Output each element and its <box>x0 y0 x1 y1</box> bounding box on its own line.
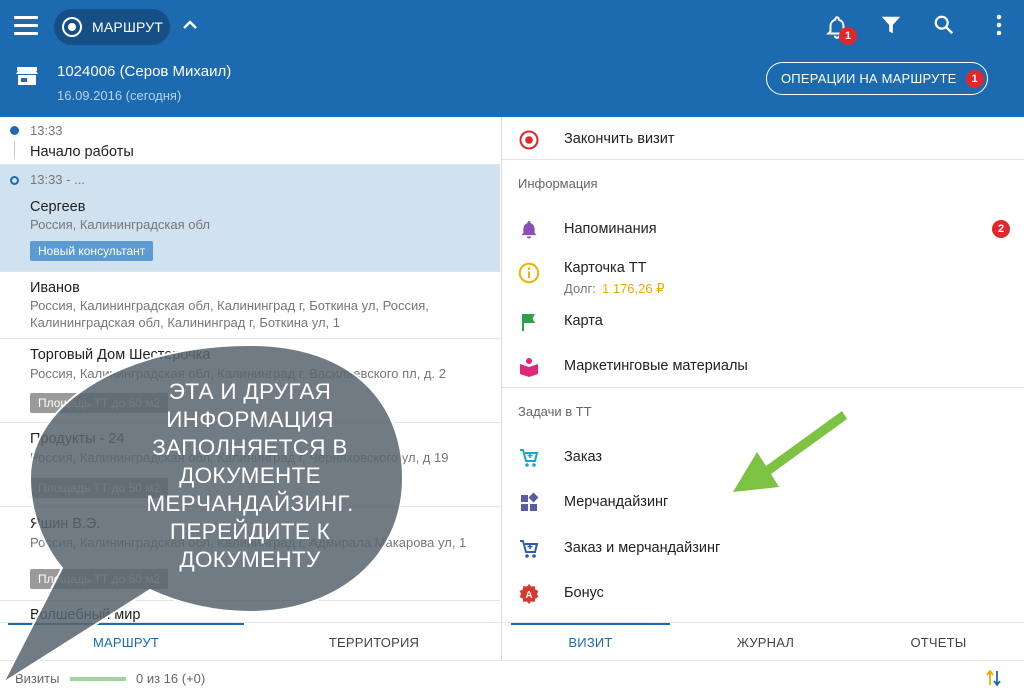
route-selector-label: МАРШРУТ <box>92 19 164 35</box>
search-icon <box>934 15 954 35</box>
end-visit-item[interactable]: Закончить визит <box>502 119 1024 159</box>
record-icon <box>62 17 82 37</box>
store-icon <box>16 67 38 85</box>
right-tabbar: ВИЗИТ ЖУРНАЛ ОТЧЕТЫ <box>501 622 1024 660</box>
visits-count: 0 из 16 (+0) <box>136 671 206 686</box>
bell-icon <box>521 221 537 239</box>
timeline-dot <box>10 176 19 185</box>
bonus-badge-icon: A <box>519 584 539 604</box>
divider <box>502 159 1024 160</box>
filter-icon <box>881 16 901 34</box>
tab-route[interactable]: МАРШРУТ <box>8 623 244 661</box>
order-merchandising-label: Заказ и мерчандайзинг <box>564 540 721 556</box>
search-button[interactable] <box>933 14 963 48</box>
tab-territory[interactable]: ТЕРРИТОРИЯ <box>256 623 492 661</box>
bonus-item[interactable]: A Бонус <box>502 573 1024 613</box>
sort-icon[interactable] <box>986 669 1002 687</box>
route-operations-label: ОПЕРАЦИИ НА МАРШРУТЕ <box>781 71 957 86</box>
visit-name: Яшин В.Э. <box>30 516 101 532</box>
timeline-dot <box>10 126 19 135</box>
client-name: 1024006 (Серов Михаил) <box>57 63 232 80</box>
notifications-button[interactable]: 1 <box>824 10 857 45</box>
dashboard-icon <box>521 492 539 511</box>
timeline-line <box>14 141 15 159</box>
order-item[interactable]: Заказ <box>502 437 1024 477</box>
debt-value: 1 176,26 ₽ <box>602 281 665 296</box>
svg-text:A: A <box>525 590 532 601</box>
section-header-tasks: Задачи в ТТ <box>518 404 592 419</box>
marketing-materials-item[interactable]: Маркетинговые материалы <box>502 346 1024 386</box>
debt-label: Долг: <box>564 281 596 296</box>
visit-address: Россия, Калининградская обл <box>30 217 210 232</box>
end-visit-label: Закончить визит <box>564 131 675 147</box>
visits-progress-bar <box>70 677 126 681</box>
route-operations-badge: 1 <box>965 69 984 88</box>
visit-panel: Закончить визит Информация Напоминания 2… <box>501 117 1024 622</box>
visit-name: Сергеев <box>30 199 86 215</box>
route-operations-button[interactable]: ОПЕРАЦИИ НА МАРШРУТЕ 1 <box>766 62 988 95</box>
list-item[interactable]: Волшебный мир <box>0 601 500 622</box>
visit-time: 13:33 - ... <box>30 172 85 187</box>
hamburger-icon[interactable] <box>14 16 38 36</box>
marketing-materials-label: Маркетинговые материалы <box>564 358 748 374</box>
notifications-badge: 1 <box>839 27 857 45</box>
merchandising-label: Мерчандайзинг <box>564 494 669 510</box>
map-label: Карта <box>564 313 603 329</box>
visit-name: Иванов <box>30 280 80 296</box>
outlet-card-label: Карточка ТТ <box>564 260 647 276</box>
more-button[interactable] <box>989 14 1019 48</box>
visit-time: 13:33 <box>30 123 63 138</box>
status-footer: Визиты 0 из 16 (+0) <box>0 660 1024 694</box>
info-icon <box>518 262 540 284</box>
list-item[interactable]: Иванов Россия, Калининградская обл, Кали… <box>0 272 500 339</box>
order-merchandising-item[interactable]: Заказ и мерчандайзинг <box>502 528 1024 568</box>
divider <box>502 387 1024 388</box>
list-item-selected[interactable]: 13:33 - ... Сергеев Россия, Калининградс… <box>0 165 500 272</box>
reminders-item[interactable]: Напоминания 2 <box>502 209 1024 249</box>
tutorial-callout-text: Эта и другая информация заполняется в до… <box>146 379 354 572</box>
chevron-up-icon[interactable] <box>182 17 198 33</box>
left-tabbar: МАРШРУТ ТЕРРИТОРИЯ <box>0 622 500 660</box>
section-header-info: Информация <box>518 176 598 191</box>
reminders-badge: 2 <box>992 220 1010 238</box>
map-item[interactable]: Карта <box>502 301 1024 341</box>
book-icon <box>520 358 538 377</box>
cart-icon <box>520 449 539 467</box>
outlet-card-item[interactable]: Карточка ТТ Долг: 1 176,26 ₽ <box>502 254 1024 302</box>
app-bar: МАРШРУТ 1 1024006 (Серов Михаил) 16.09.2… <box>0 0 1024 117</box>
tab-reports[interactable]: ОТЧЕТЫ <box>859 623 1018 661</box>
visit-name: Торговый Дом Шестерочка <box>30 347 211 363</box>
route-date: 16.09.2016 (сегодня) <box>57 88 182 103</box>
merchandising-item[interactable]: Мерчандайзинг <box>502 482 1024 522</box>
flag-icon <box>522 314 535 331</box>
stop-record-icon <box>519 130 539 150</box>
visit-name: Начало работы <box>30 144 134 160</box>
status-badge: Новый консультант <box>30 241 154 261</box>
order-label: Заказ <box>564 449 603 465</box>
tab-journal[interactable]: ЖУРНАЛ <box>686 623 845 661</box>
tab-visit[interactable]: ВИЗИТ <box>511 623 670 661</box>
reminders-label: Напоминания <box>564 221 657 237</box>
cart-plus-icon <box>520 540 539 558</box>
more-vert-icon <box>996 14 1002 36</box>
visits-label: Визиты <box>15 671 60 686</box>
list-item[interactable]: 13:33 Начало работы <box>0 117 500 165</box>
bonus-label: Бонус <box>564 585 604 601</box>
visit-address: Россия, Калининградская обл, Калининград… <box>30 298 429 330</box>
visit-name: Волшебный мир <box>30 607 141 622</box>
filter-button[interactable] <box>880 14 910 48</box>
route-selector[interactable]: МАРШРУТ <box>54 9 170 45</box>
